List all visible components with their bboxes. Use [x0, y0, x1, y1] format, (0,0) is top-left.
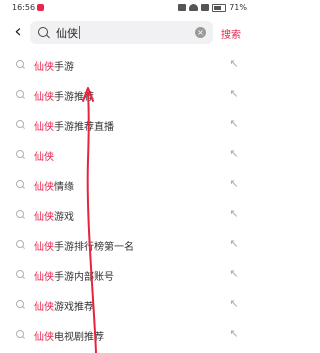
search-icon: [16, 240, 24, 248]
search-icon: [16, 180, 24, 188]
fill-query-icon[interactable]: ↖: [228, 58, 240, 70]
search-submit-button[interactable]: 搜索: [221, 26, 241, 41]
suggestion-text: 手游推荐直播: [54, 122, 114, 133]
wifi-icon: [189, 4, 199, 11]
signal-icon: [201, 4, 210, 11]
fill-query-icon[interactable]: ↖: [228, 298, 240, 310]
suggestion-label: 仙侠情缘: [34, 178, 74, 193]
fill-query-icon[interactable]: ↖: [228, 208, 240, 220]
status-time: 16:56: [12, 3, 36, 12]
suggestion-item[interactable]: 仙侠游戏推荐 ↖: [0, 290, 257, 320]
suggestion-label: 仙侠手游推荐: [34, 88, 94, 103]
suggestion-highlight: 仙侠: [34, 212, 54, 223]
suggestion-label: 仙侠手游内部账号: [34, 268, 114, 283]
search-icon: [16, 210, 24, 218]
search-icon: [16, 300, 24, 308]
search-icon: [16, 60, 24, 68]
suggestion-text: 游戏: [54, 212, 74, 223]
suggestion-highlight: 仙侠: [34, 332, 54, 343]
fill-query-icon[interactable]: ↖: [228, 328, 240, 340]
suggestion-text: 电视剧推荐: [54, 332, 104, 343]
suggestion-text: 手游推荐: [54, 92, 94, 103]
suggestion-text: 手游内部账号: [54, 272, 114, 283]
suggestion-label: 仙侠手游推荐直播: [34, 118, 114, 133]
suggestion-item[interactable]: 仙侠 ↖: [0, 140, 257, 170]
text-caret: [79, 26, 81, 39]
suggestion-highlight: 仙侠: [34, 182, 54, 193]
mute-icon: [178, 4, 187, 11]
search-icon: [16, 270, 24, 278]
search-box[interactable]: ×: [30, 21, 213, 44]
suggestion-item[interactable]: 仙侠情缘 ↖: [0, 170, 257, 200]
fill-query-icon[interactable]: ↖: [228, 178, 240, 190]
search-bar: ‹ × 搜索: [0, 17, 257, 47]
suggestion-item[interactable]: 仙侠手游推荐 ↖: [0, 80, 257, 110]
suggestion-label: 仙侠手游排行榜第一名: [34, 238, 134, 253]
suggestion-label: 仙侠手游: [34, 58, 74, 73]
search-input[interactable]: [56, 24, 186, 41]
suggestion-highlight: 仙侠: [34, 302, 54, 313]
battery-icon: [212, 3, 227, 12]
suggestion-list: 仙侠手游 ↖ 仙侠手游推荐 ↖ 仙侠手游推荐直播 ↖ 仙侠 ↖ 仙侠情缘 ↖ 仙侠游戏 ↖ 仙侠手游排行…: [0, 50, 257, 350]
suggestion-item[interactable]: 仙侠电视剧推荐 ↖: [0, 320, 257, 350]
app-notification-icon: [37, 4, 44, 11]
suggestion-text: 游戏推荐: [54, 302, 94, 313]
search-icon: [16, 330, 24, 338]
fill-query-icon[interactable]: ↖: [228, 148, 240, 160]
suggestion-label: 仙侠电视剧推荐: [34, 328, 104, 343]
suggestion-highlight: 仙侠: [34, 242, 54, 253]
suggestion-highlight: 仙侠: [34, 62, 54, 73]
battery-percent: 71%: [229, 3, 247, 12]
search-icon: [16, 150, 24, 158]
status-bar: 16:56 71%: [0, 0, 257, 16]
suggestion-highlight: 仙侠: [34, 152, 54, 163]
suggestion-highlight: 仙侠: [34, 122, 54, 133]
suggestion-label: 仙侠游戏: [34, 208, 74, 223]
back-button[interactable]: ‹: [9, 22, 27, 42]
search-icon: [38, 27, 48, 37]
suggestion-item[interactable]: 仙侠游戏 ↖: [0, 200, 257, 230]
suggestion-item[interactable]: 仙侠手游推荐直播 ↖: [0, 110, 257, 140]
suggestion-label: 仙侠: [34, 148, 54, 163]
fill-query-icon[interactable]: ↖: [228, 118, 240, 130]
suggestion-text: 情缘: [54, 182, 74, 193]
fill-query-icon[interactable]: ↖: [228, 238, 240, 250]
suggestion-text: 手游: [54, 62, 74, 73]
suggestion-highlight: 仙侠: [34, 272, 54, 283]
suggestion-item[interactable]: 仙侠手游排行榜第一名 ↖: [0, 230, 257, 260]
search-icon: [16, 120, 24, 128]
fill-query-icon[interactable]: ↖: [228, 268, 240, 280]
suggestion-text: 手游排行榜第一名: [54, 242, 134, 253]
search-icon: [16, 90, 24, 98]
suggestion-highlight: 仙侠: [34, 92, 54, 103]
suggestion-item[interactable]: 仙侠手游 ↖: [0, 50, 257, 80]
fill-query-icon[interactable]: ↖: [228, 88, 240, 100]
suggestion-label: 仙侠游戏推荐: [34, 298, 94, 313]
suggestion-item[interactable]: 仙侠手游内部账号 ↖: [0, 260, 257, 290]
status-indicators: 71%: [178, 3, 247, 12]
clear-icon[interactable]: ×: [195, 27, 206, 38]
